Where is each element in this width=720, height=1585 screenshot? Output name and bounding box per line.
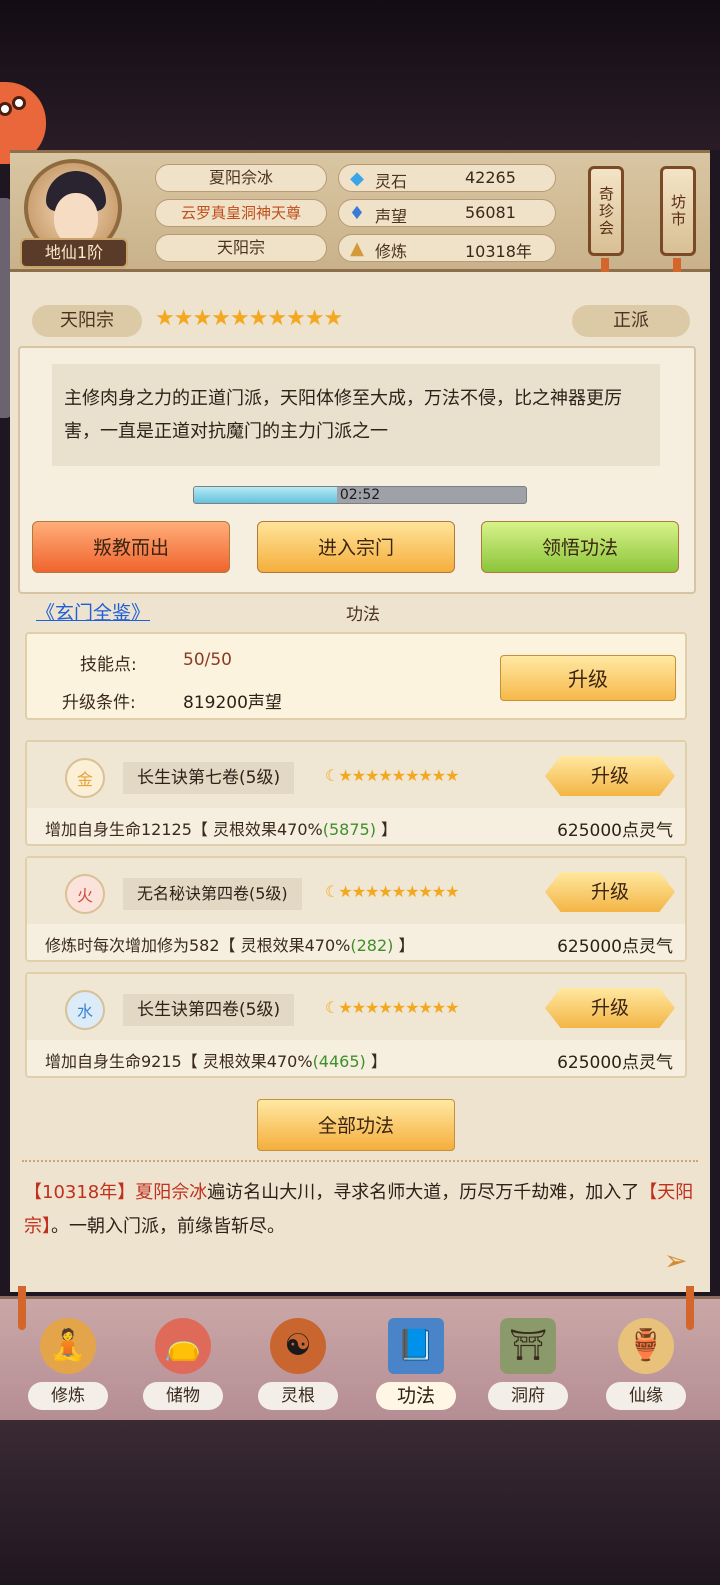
gongfa-upgrade-button[interactable]: 升级: [545, 872, 675, 912]
sect-timer-text: 02:52: [339, 487, 381, 503]
gongfa-stars: ☾★★★★★★★★★: [325, 766, 459, 785]
nav-spirit-root[interactable]: ☯ 灵根: [248, 1310, 348, 1410]
upgrade-condition-value: 819200声望: [183, 693, 282, 713]
gongfa-stars: ☾★★★★★★★★★: [325, 882, 459, 901]
upgrade-condition-label: 升级条件:: [62, 693, 136, 713]
nav-label: 功法: [376, 1382, 456, 1410]
gongfa-desc-bonus: (5875): [322, 820, 376, 839]
gongfa-card: 水 长生诀第四卷(5级) ☾★★★★★★★★★ 升级 增加自身生命9215【 灵…: [25, 972, 687, 1078]
gongfa-name: 无名秘诀第四卷(5级): [123, 878, 302, 910]
encyclopedia-link[interactable]: 《玄门全鉴》: [36, 598, 150, 625]
nav-cultivate[interactable]: 🧘 修炼: [18, 1310, 118, 1410]
gongfa-name: 长生诀第四卷(5级): [123, 994, 295, 1026]
gongfa-upgrade-button[interactable]: 升级: [545, 756, 675, 796]
gongfa-desc-text: 增加自身生命9215【 灵根效果470%: [45, 1052, 313, 1071]
gongfa-card: 火 无名秘诀第四卷(5级) ☾★★★★★★★★★ 升级 修炼时每次增加修为582…: [25, 856, 687, 962]
stat-label: 灵石: [375, 172, 408, 191]
nav-label: 储物: [143, 1382, 223, 1410]
player-name: 夏阳佘冰: [155, 164, 327, 192]
spirit-stone-icon: ◆: [350, 168, 364, 189]
sect-rating-stars: ★★★★★★★★★★: [155, 306, 343, 331]
gongfa-desc-end: 】: [375, 820, 398, 839]
gongfa-desc-bonus: (282): [350, 936, 394, 955]
gongfa-cost: 625000点灵气: [557, 1053, 673, 1073]
prestige-icon: ♦: [348, 203, 366, 224]
spirit-root-icon: ☯: [270, 1318, 326, 1374]
all-gongfa-button[interactable]: 全部功法: [257, 1099, 455, 1151]
nav-label: 灵根: [258, 1382, 338, 1410]
sect-name: 天阳宗: [32, 305, 142, 337]
market-button[interactable]: 坊市: [660, 166, 696, 256]
cave-house-icon: ⛩: [500, 1318, 556, 1374]
stat-value: 10318年: [465, 242, 532, 261]
skill-upgrade-button[interactable]: 升级: [500, 655, 676, 701]
bottom-background: [0, 1420, 720, 1585]
top-background: [0, 0, 720, 150]
realm-badge: 地仙1阶: [20, 238, 128, 268]
player-title: 云罗真皇洞神天尊: [155, 199, 327, 227]
gongfa-card: 金 长生诀第七卷(5级) ☾★★★★★★★★★ 升级 增加自身生命12125【 …: [25, 740, 687, 846]
cultivation-icon: ▲: [350, 238, 364, 259]
stat-spirit-stone: ◆ 灵石 42265: [338, 164, 556, 192]
cultivate-icon: 🧘: [40, 1318, 96, 1374]
scroll-book-icon: 📘: [388, 1318, 444, 1374]
gongfa-upgrade-button[interactable]: 升级: [545, 988, 675, 1028]
log-player-name: 夏阳佘冰: [135, 1182, 208, 1203]
nav-label: 修炼: [28, 1382, 108, 1410]
nav-cave[interactable]: ⛩ 洞府: [478, 1310, 578, 1410]
nav-fate[interactable]: 🏺 仙缘: [596, 1310, 696, 1410]
gongfa-description: 增加自身生命9215【 灵根效果470%(4465) 】: [45, 1048, 387, 1072]
nav-label: 洞府: [488, 1382, 568, 1410]
stat-label: 修炼: [375, 242, 408, 261]
log-text: 遍访名山大川，寻求名师大道，历尽万千劫难，加入了: [207, 1182, 640, 1203]
gongfa-desc-bonus: (4465): [312, 1052, 366, 1071]
skill-points-value: 50/50: [183, 650, 232, 670]
nav-gongfa[interactable]: 📘 功法: [366, 1310, 466, 1410]
next-arrow-icon[interactable]: ➢: [664, 1244, 687, 1277]
gongfa-description: 增加自身生命12125【 灵根效果470%(5875) 】: [45, 816, 397, 840]
sect-faction: 正派: [572, 305, 690, 337]
nav-label: 仙缘: [606, 1382, 686, 1410]
gongfa-desc-text: 修炼时每次增加修为582【 灵根效果470%: [45, 936, 351, 955]
leave-sect-button[interactable]: 叛教而出: [32, 521, 230, 573]
gongfa-cost: 625000点灵气: [557, 821, 673, 841]
enter-sect-button[interactable]: 进入宗门: [257, 521, 455, 573]
stat-label: 声望: [375, 207, 408, 226]
water-element-icon: 水: [65, 990, 105, 1030]
treasure-auction-button[interactable]: 奇珍会: [588, 166, 624, 256]
gongfa-stars: ☾★★★★★★★★★: [325, 998, 459, 1017]
stat-value: 56081: [465, 203, 516, 222]
skill-points-label: 技能点:: [80, 655, 137, 675]
gongfa-desc-end: 】: [365, 1052, 387, 1071]
metal-element-icon: 金: [65, 758, 105, 798]
section-title: 功法: [346, 605, 380, 625]
gongfa-desc-end: 】: [393, 936, 415, 955]
sect-description: 主修肉身之力的正道门派，天阳体修至大成，万法不侵，比之神器更厉害，一直是正道对抗…: [52, 364, 660, 466]
gourd-icon: 🏺: [618, 1318, 674, 1374]
storage-bag-icon: 👝: [155, 1318, 211, 1374]
nav-storage[interactable]: 👝 储物: [133, 1310, 233, 1410]
log-text-end: 。一朝入门派，前缘皆斩尽。: [51, 1216, 285, 1237]
gongfa-desc-text: 增加自身生命12125【 灵根效果470%: [45, 820, 323, 839]
player-sect: 天阳宗: [155, 234, 327, 262]
gongfa-description: 修炼时每次增加修为582【 灵根效果470%(282) 】: [45, 932, 415, 956]
event-log: 【10318年】夏阳佘冰遍访名山大川，寻求名师大道，历尽万千劫难，加入了【天阳宗…: [24, 1176, 696, 1244]
gongfa-name: 长生诀第七卷(5级): [123, 762, 295, 794]
stat-prestige: ♦ 声望 56081: [338, 199, 556, 227]
fire-element-icon: 火: [65, 874, 105, 914]
stat-value: 42265: [465, 168, 516, 187]
log-year: 【10318年】: [24, 1182, 136, 1203]
mascot-eye-icon: [12, 96, 26, 110]
stat-cultivation: ▲ 修炼 10318年: [338, 234, 556, 262]
divider: [22, 1160, 698, 1166]
mascot-eye-icon: [0, 102, 12, 116]
learn-gongfa-button[interactable]: 领悟功法: [481, 521, 679, 573]
gongfa-cost: 625000点灵气: [557, 937, 673, 957]
